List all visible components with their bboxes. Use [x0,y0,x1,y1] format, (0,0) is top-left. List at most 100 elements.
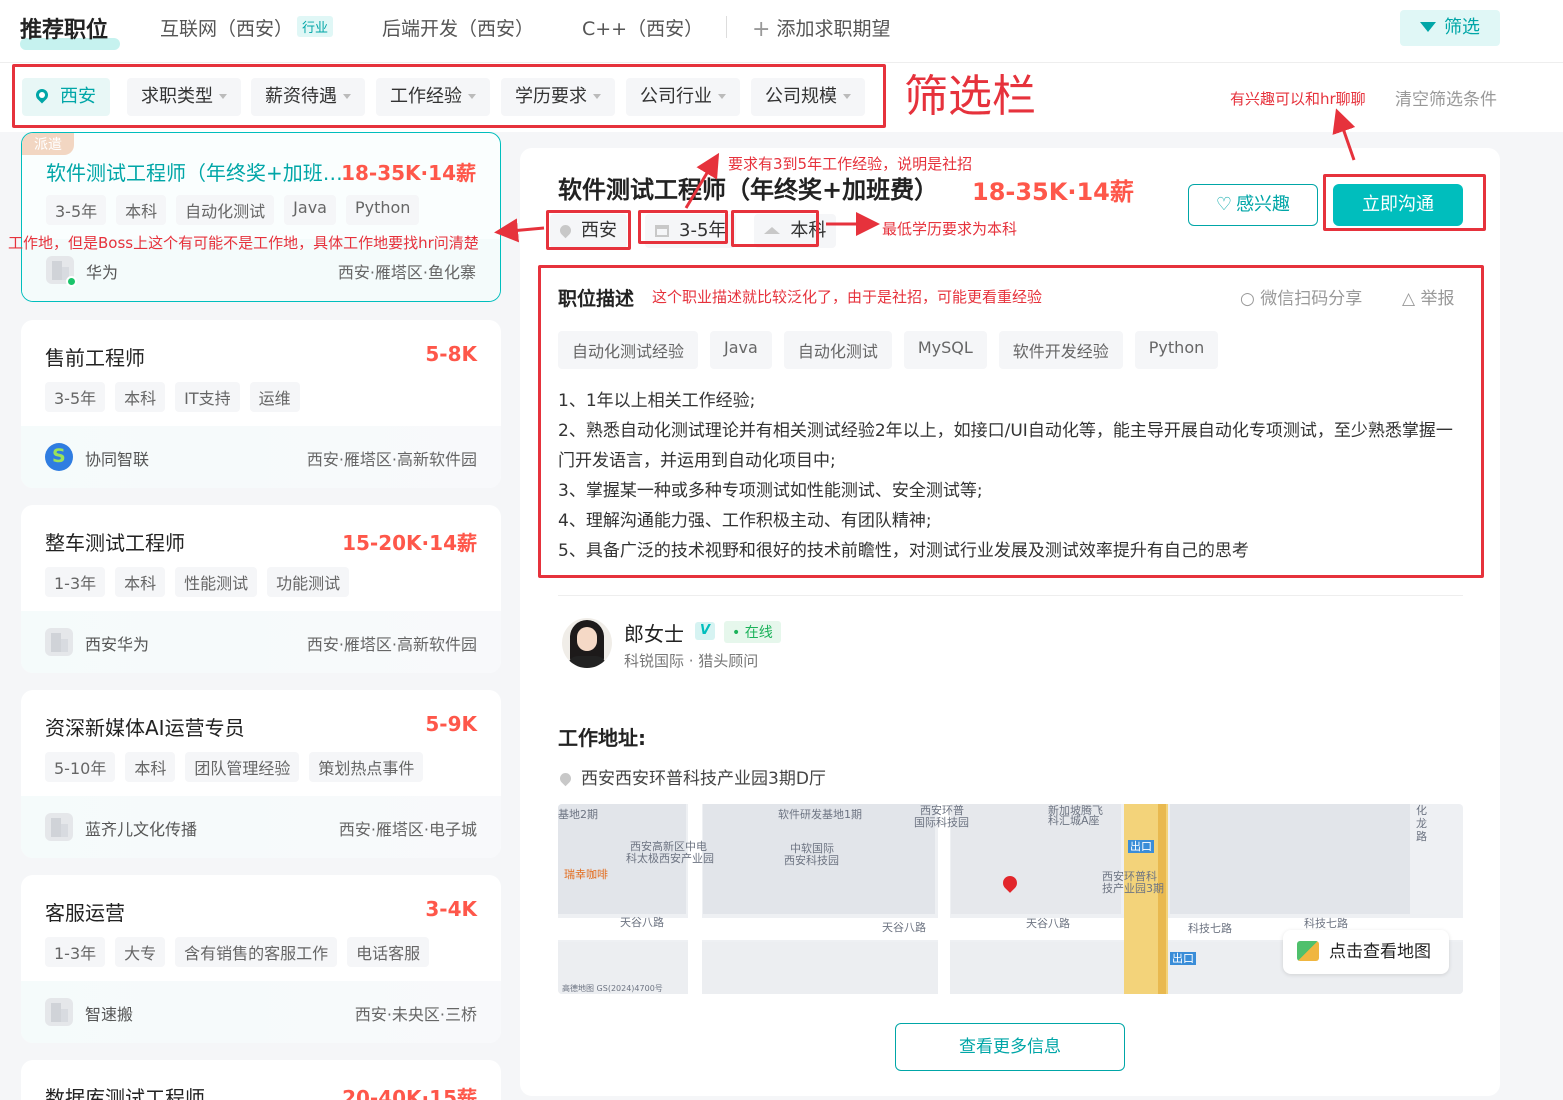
job-tag: Java [284,195,336,225]
job-salary: 3-4K [425,897,477,921]
company-logo-icon [45,628,73,656]
job-tag: 自动化测试 [176,195,275,225]
job-tag: 含有销售的客服工作 [175,937,338,967]
annotation-degree: 最低学历要求为本科 [882,220,1018,238]
job-company-row[interactable]: 协同智联 西安·雁塔区·高新软件园 [21,426,501,488]
job-location: 西安·雁塔区·鱼化寨 [337,263,476,282]
job-tag: 5-10年 [45,752,116,782]
job-tag: 本科 [115,382,166,412]
company-name: 协同智联 [85,450,150,469]
annotation-hr-chat: 有兴趣可以和hr聊聊 [1230,90,1366,108]
tab-recommended[interactable]: 推荐职位 [20,12,108,44]
job-title[interactable]: 客服运营 [45,897,125,926]
online-dot-icon [66,276,77,287]
job-card[interactable]: 客服运营 3-4K 1-3年 大专 含有销售的客服工作 电话客服 智速搬 西安·… [21,875,501,1043]
map-icon [1297,941,1319,961]
annotation-box-city [546,210,631,250]
industry-badge: 行业 [297,16,334,37]
detail-job-title: 软件测试工程师（年终奖+加班费） [558,176,939,204]
location-pin-icon [557,770,574,787]
tab-expectation-internet[interactable]: 互联网（西安） 行业 [160,14,334,41]
job-tag: 功能测试 [267,567,350,597]
clear-filters-link[interactable]: 清空筛选条件 [1395,85,1497,110]
plus-icon: + [752,17,771,42]
job-card[interactable]: 数据库测试工程师 20-40K·15薪 [21,1060,501,1100]
recruiter-avatar[interactable] [562,618,612,668]
verified-icon: V [695,622,715,640]
job-company-row[interactable]: 智速搬 西安·未央区·三桥 [21,981,501,1043]
job-title[interactable]: 整车测试工程师 [45,527,185,556]
annotation-box-experience [638,210,728,244]
job-location: 西安·雁塔区·高新软件园 [306,450,477,469]
job-tag: 1-3年 [45,567,106,597]
location-map[interactable]: 软件研发基地1期 西安环普 国际科技园 新加坡腾飞 科汇城A座 西安高新区中电 … [558,804,1463,994]
job-tag: 电话客服 [347,937,430,967]
job-tags: 3-5年 本科 IT支持 运维 [45,382,300,412]
job-title[interactable]: 资深新媒体AI运营专员 [45,712,245,741]
job-tag: 运维 [249,382,300,412]
company-name: 西安华为 [85,635,150,654]
company-logo-icon [45,998,73,1026]
job-company-row[interactable]: 蓝齐儿文化传播 西安·雁塔区·电子城 [21,796,501,858]
job-card-active[interactable]: 派遣 软件测试工程师（年终奖+加班费） 18-35K·14薪 3-5年 本科 自… [21,132,501,302]
job-card[interactable]: 资深新媒体AI运营专员 5-9K 5-10年 本科 团队管理经验 策划热点事件 … [21,690,501,858]
view-map-button[interactable]: 点击查看地图 [1283,930,1449,974]
annotation-experience: 要求有3到5年工作经验，说明是社招 [728,155,973,173]
job-card[interactable]: 售前工程师 5-8K 3-5年 本科 IT支持 运维 协同智联 西安·雁塔区·高… [21,320,501,488]
job-tag: 性能测试 [175,567,258,597]
job-title[interactable]: 数据库测试工程师 [45,1082,205,1100]
dispatch-label: 派遣 [22,133,74,155]
company-logo-icon [45,443,73,471]
job-tag: 大专 [115,937,166,967]
job-location: 西安·雁塔区·高新软件园 [306,635,477,654]
view-more-button[interactable]: 查看更多信息 [895,1023,1125,1071]
nav-divider [726,16,727,38]
work-address: 西安西安环普科技产业园3期D厅 [557,764,826,789]
job-tags: 3-5年 本科 自动化测试 Java Python [46,195,420,225]
job-location: 西安·雁塔区·电子城 [338,820,477,839]
job-location: 西安·未央区·三桥 [354,1005,477,1024]
annotation-box-description [538,265,1484,578]
job-tag: IT支持 [175,382,240,412]
job-tag: 策划热点事件 [309,752,424,782]
job-card[interactable]: 整车测试工程师 15-20K·14薪 1-3年 本科 性能测试 功能测试 西安华… [21,505,501,673]
annotation-box-filter [12,64,886,128]
tab-expectation-backend[interactable]: 后端开发（西安） [382,14,534,41]
job-tag: 本科 [115,567,166,597]
job-tag: 团队管理经验 [185,752,300,782]
recruiter-name: 郎女士 [624,622,684,646]
recruiter-org: 科锐国际 · 猎头顾问 [624,652,759,670]
job-tags: 1-3年 大专 含有销售的客服工作 电话客服 [45,937,430,967]
online-status-badge: • 在线 [724,621,781,643]
annotation-location: 工作地，但是Boss上这个有可能不是工作地，具体工作地要找hr问清楚 [8,234,479,252]
job-salary: 18-35K·14薪 [341,161,476,185]
job-tags: 5-10年 本科 团队管理经验 策划热点事件 [45,752,424,782]
job-tag: 本科 [125,752,176,782]
job-title[interactable]: 软件测试工程师（年终奖+加班费） [46,157,346,186]
job-salary: 5-8K [425,342,477,366]
job-company-row[interactable]: 西安华为 西安·雁塔区·高新软件园 [21,611,501,673]
annotation-filter-bar: 筛选栏 [904,71,1036,122]
annotation-box-chat [1323,174,1486,231]
work-address-title: 工作地址: [558,726,646,750]
job-tag: 本科 [116,195,167,225]
annotation-box-degree [731,210,819,247]
job-salary: 20-40K·15薪 [342,1086,477,1100]
job-salary: 5-9K [425,712,477,736]
detail-salary: 18-35K·14薪 [972,178,1134,206]
top-nav: 推荐职位 互联网（西安） 行业 后端开发（西安） C++（西安） + 添加求职期望 … [0,0,1563,62]
interest-button[interactable]: ♡ 感兴趣 [1188,184,1318,226]
tab-expectation-cpp[interactable]: C++（西安） [582,14,703,41]
company-name: 蓝齐儿文化传播 [85,820,198,839]
company-logo-icon [45,813,73,841]
add-expectation-button[interactable]: + 添加求职期望 [752,14,890,42]
job-tag: 1-3年 [45,937,106,967]
filter-button[interactable]: 筛选 [1400,10,1500,46]
company-name: 华为 [86,263,119,282]
funnel-icon [1420,22,1436,32]
job-tags: 1-3年 本科 性能测试 功能测试 [45,567,350,597]
annotation-description: 这个职业描述就比较泛化了，由于是社招，可能更看重经验 [652,288,1043,306]
job-title[interactable]: 售前工程师 [45,342,145,371]
heart-icon: ♡ [1215,194,1233,215]
company-name: 智速搬 [85,1005,134,1024]
